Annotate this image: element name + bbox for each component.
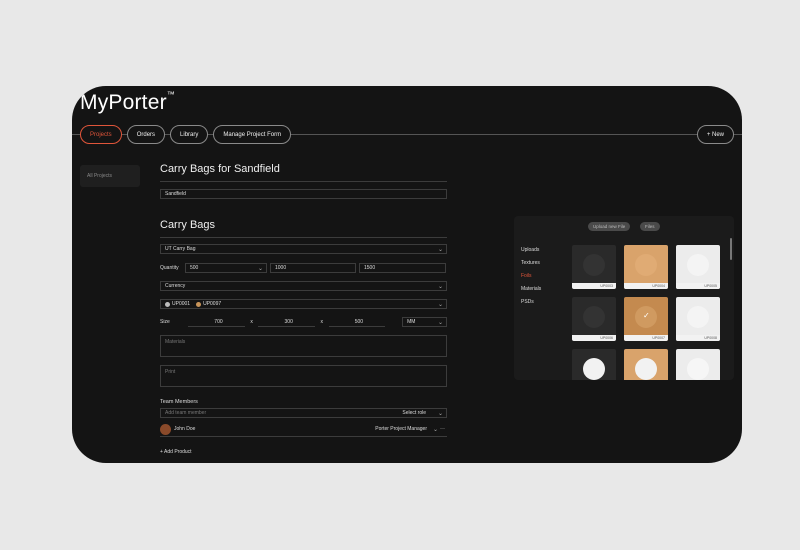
tile-caption: UP0008 xyxy=(676,335,720,341)
print-field[interactable]: Print xyxy=(160,365,447,387)
tab-projects[interactable]: Projects xyxy=(80,125,122,144)
category-materials[interactable]: Materials xyxy=(521,283,541,296)
chevron-down-icon: ⌄ xyxy=(437,320,443,326)
chevron-down-icon: ⌄ xyxy=(437,247,443,253)
size-separator: x xyxy=(320,319,324,325)
quantity-field-1[interactable]: 500 ⌄ xyxy=(185,263,267,273)
foil-swatch xyxy=(687,254,709,276)
project-name-input[interactable]: Sandfield xyxy=(160,189,447,199)
size-height-input[interactable]: 300 xyxy=(258,317,315,327)
tile-caption: UP0006 xyxy=(572,335,616,341)
upload-chip[interactable]: UP0001 xyxy=(165,301,190,307)
tile-caption: UP0007 xyxy=(624,335,668,341)
member-name: John Doe xyxy=(174,426,196,432)
chevron-down-icon: ⌄ xyxy=(437,284,443,290)
size-label: Size xyxy=(160,319,170,325)
foil-swatch xyxy=(635,358,657,380)
add-team-member-input[interactable]: Add team member Select role ⌄ xyxy=(160,408,447,418)
files-button[interactable]: Files xyxy=(640,222,660,231)
library-tile[interactable]: UP0006 xyxy=(572,297,616,341)
tab-library[interactable]: Library xyxy=(170,125,209,144)
library-tile[interactable]: ✓ UP0007 xyxy=(624,297,668,341)
size-separator: x xyxy=(250,319,253,325)
quantity-field-3[interactable]: 1500 xyxy=(359,263,446,273)
foil-swatch xyxy=(583,254,605,276)
chevron-down-icon: ⌄ xyxy=(257,266,263,272)
tab-manage-project-form[interactable]: Manage Project Form xyxy=(213,125,292,144)
app-window: MyPorter™ Projects Orders Library Manage… xyxy=(72,86,742,463)
add-product-button[interactable]: + Add Product xyxy=(160,449,447,455)
size-unit-value: MM xyxy=(407,319,416,325)
chevron-down-icon: ⌄ xyxy=(437,411,443,417)
project-title: Carry Bags for Sandfield xyxy=(160,163,447,182)
main-nav: Projects Orders Library Manage Project F… xyxy=(80,125,292,144)
member-role-select[interactable]: Porter Project Manager xyxy=(375,426,427,432)
library-tile[interactable] xyxy=(624,349,668,380)
library-categories: Uploads Textures Foils Materials PSDs xyxy=(521,244,541,309)
category-psds[interactable]: PSDs xyxy=(521,296,541,309)
tile-caption: UP0005 xyxy=(676,283,720,289)
size-depth-input[interactable]: 500 xyxy=(328,317,386,327)
category-foils[interactable]: Foils xyxy=(521,270,541,283)
select-role-dropdown[interactable]: Select role xyxy=(402,410,426,416)
add-member-placeholder: Add team member xyxy=(165,410,207,416)
category-uploads[interactable]: Uploads xyxy=(521,244,541,257)
remove-member-icon[interactable]: — xyxy=(440,426,445,432)
new-button[interactable]: + New xyxy=(696,125,734,144)
foil-swatch xyxy=(687,306,709,328)
team-members-title: Team Members xyxy=(160,399,198,405)
foil-swatch xyxy=(687,358,709,380)
library-tile[interactable] xyxy=(572,349,616,380)
tile-caption: UP0003 xyxy=(572,283,616,289)
product-type-value: UT Carry Bag xyxy=(165,246,196,252)
tab-orders[interactable]: Orders xyxy=(126,125,166,144)
category-textures[interactable]: Textures xyxy=(521,257,541,270)
brand-logo: MyPorter™ xyxy=(80,90,175,114)
quantity-value: 500 xyxy=(190,265,199,271)
currency-select[interactable]: Currency ⌄ xyxy=(160,281,447,291)
size-row: Size 700 x 300 x 500 MM ⌄ xyxy=(160,317,447,327)
team-member-row: John Doe Porter Project Manager ⌄ — xyxy=(160,422,447,437)
chevron-down-icon: ⌄ xyxy=(437,302,443,308)
upload-chip[interactable]: UP0097 xyxy=(196,301,221,307)
file-dot-icon xyxy=(196,301,202,307)
avatar xyxy=(160,423,171,435)
foil-swatch xyxy=(583,358,605,380)
tile-caption: UP0004 xyxy=(624,283,668,289)
library-panel: Upload new File Files Uploads Textures F… xyxy=(514,216,734,380)
library-tile[interactable] xyxy=(676,349,720,380)
upload-chip-label: UP0001 xyxy=(172,301,191,307)
project-form: Carry Bags for Sandfield Sandfield Carry… xyxy=(160,163,447,455)
size-unit-select[interactable]: MM ⌄ xyxy=(402,317,447,327)
product-type-select[interactable]: UT Carry Bag ⌄ xyxy=(160,244,447,254)
upload-chip-label: UP0097 xyxy=(203,301,222,307)
quantity-row: Quantity 500 ⌄ 1000 1500 xyxy=(160,263,447,273)
size-width-input[interactable]: 700 xyxy=(188,317,245,327)
upload-file-button[interactable]: Upload new File xyxy=(588,222,631,231)
check-icon: ✓ xyxy=(643,311,650,320)
library-tile[interactable]: UP0003 xyxy=(572,245,616,289)
foil-swatch xyxy=(635,254,657,276)
uploads-select[interactable]: UP0001 UP0097 ⌄ xyxy=(160,299,447,309)
section-title: Carry Bags xyxy=(160,219,447,238)
foil-swatch xyxy=(583,306,605,328)
sidebar-item-all-projects[interactable]: All Projects xyxy=(80,165,140,187)
library-tile[interactable]: UP0008 xyxy=(676,297,720,341)
file-dot-icon xyxy=(165,301,170,307)
library-tile[interactable]: UP0004 xyxy=(624,245,668,289)
quantity-field-2[interactable]: 1000 xyxy=(270,263,356,273)
currency-placeholder: Currency xyxy=(165,283,186,289)
panel-scrollbar[interactable] xyxy=(730,238,732,260)
quantity-label: Quantity xyxy=(160,265,179,271)
library-tile[interactable]: UP0005 xyxy=(676,245,720,289)
materials-field[interactable]: Materials xyxy=(160,335,447,357)
chevron-down-icon: ⌄ xyxy=(432,426,438,433)
